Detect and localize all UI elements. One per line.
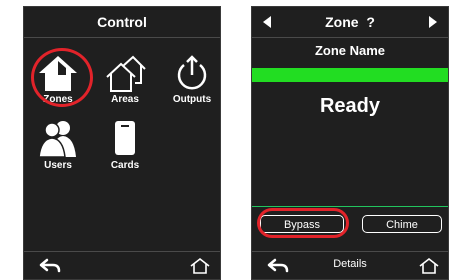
zone-screen: Zone ? Zone Name Ready Bypass Chime Deta… xyxy=(251,6,449,280)
zone-footer: Details xyxy=(252,251,448,279)
areas-tile[interactable]: Areas xyxy=(95,53,155,105)
houses-areas-icon xyxy=(106,55,146,92)
zone-state: Ready xyxy=(319,95,381,117)
areas-label: Areas xyxy=(111,94,139,105)
next-zone-arrow-icon[interactable] xyxy=(429,16,437,28)
cards-label: Cards xyxy=(110,160,140,171)
back-arrow-icon[interactable] xyxy=(39,258,61,273)
power-icon xyxy=(177,55,207,90)
zone-header: Zone ? xyxy=(252,7,448,38)
zone-divider xyxy=(252,206,448,207)
zone-name: Zone Name xyxy=(314,43,386,58)
control-screen: Control Zones Areas Outputs Users Cards xyxy=(23,6,221,280)
bypass-highlight-ring xyxy=(257,208,349,238)
zone-status-bar xyxy=(252,68,448,82)
home-icon[interactable] xyxy=(418,257,440,274)
zone-title: Zone ? xyxy=(325,14,375,30)
users-tile[interactable]: Users xyxy=(28,119,88,171)
home-icon[interactable] xyxy=(189,257,211,274)
users-icon xyxy=(38,121,76,158)
control-title: Control xyxy=(97,14,147,30)
outputs-tile[interactable]: Outputs xyxy=(162,53,222,105)
control-footer xyxy=(24,251,220,279)
card-icon xyxy=(115,121,135,155)
control-header: Control xyxy=(24,7,220,38)
chime-button[interactable]: Chime xyxy=(362,215,442,233)
cards-tile[interactable]: Cards xyxy=(95,119,155,171)
zones-highlight-ring xyxy=(31,48,93,107)
users-label: Users xyxy=(44,160,72,171)
outputs-label: Outputs xyxy=(172,94,212,105)
